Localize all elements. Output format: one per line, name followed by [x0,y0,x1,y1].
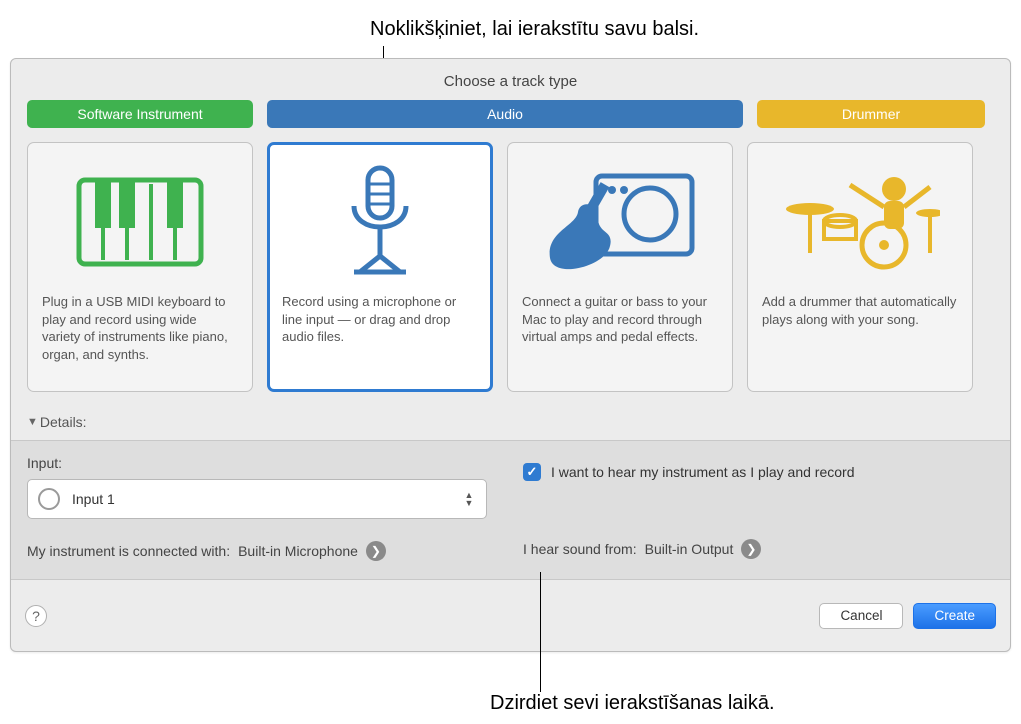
tab-software-instrument[interactable]: Software Instrument [27,100,253,128]
callout-record-voice: Noklikšķiniet, lai ierakstītu savu balsi… [370,18,699,41]
output-label: I hear sound from: [523,541,637,557]
output-config-button[interactable]: ❯ [741,539,761,559]
select-arrows-icon: ▲▼ [460,480,478,518]
connected-label: My instrument is connected with: [27,543,230,559]
card-software-instrument[interactable]: Plug in a USB MIDI keyboard to play and … [27,142,253,392]
connected-config-button[interactable]: ❯ [366,541,386,561]
input-channel-icon [38,488,60,510]
dialog-title: Choose a track type [11,59,1010,100]
tab-drummer[interactable]: Drummer [757,100,985,128]
card-audio-microphone[interactable]: Record using a microphone or line input … [267,142,493,392]
help-button[interactable]: ? [25,605,47,627]
card-guitar-desc: Connect a guitar or bass to your Mac to … [522,287,718,346]
input-label: Input: [27,455,487,471]
monitor-label: I want to hear my instrument as I play a… [551,464,854,480]
details-label: Details: [40,414,87,430]
track-type-tabs: Software Instrument Audio Drummer [11,100,1010,128]
card-audio-guitar[interactable]: Connect a guitar or bass to your Mac to … [507,142,733,392]
disclosure-triangle-icon: ▼ [27,416,38,428]
card-drummer-desc: Add a drummer that automatically plays a… [762,287,958,328]
details-panel: Input: Input 1 ▲▼ My instrument is conne… [11,440,1010,580]
output-value: Built-in Output [645,541,734,557]
callout-hear-yourself: Dzirdiet sevi ierakstīšanas laikā. [490,692,775,715]
connected-value: Built-in Microphone [238,543,358,559]
input-select-value: Input 1 [72,491,115,507]
dialog-footer: ? Cancel Create [11,580,1010,651]
new-track-dialog: Choose a track type Software Instrument … [10,58,1011,652]
keyboard-icon [42,157,238,287]
card-software-desc: Plug in a USB MIDI keyboard to play and … [42,287,238,363]
drummer-icon [762,157,958,287]
tab-audio[interactable]: Audio [267,100,743,128]
card-mic-desc: Record using a microphone or line input … [282,287,478,346]
create-button[interactable]: Create [913,603,996,629]
details-toggle[interactable]: ▼ Details: [11,410,1010,440]
microphone-icon [282,157,478,287]
guitar-amp-icon [522,157,718,287]
cancel-button[interactable]: Cancel [819,603,903,629]
track-type-cards: Plug in a USB MIDI keyboard to play and … [11,128,1010,410]
card-drummer[interactable]: Add a drummer that automatically plays a… [747,142,973,392]
callout-line-bottom [540,572,541,692]
input-select[interactable]: Input 1 ▲▼ [27,479,487,519]
monitor-checkbox[interactable]: ✓ [523,463,541,481]
